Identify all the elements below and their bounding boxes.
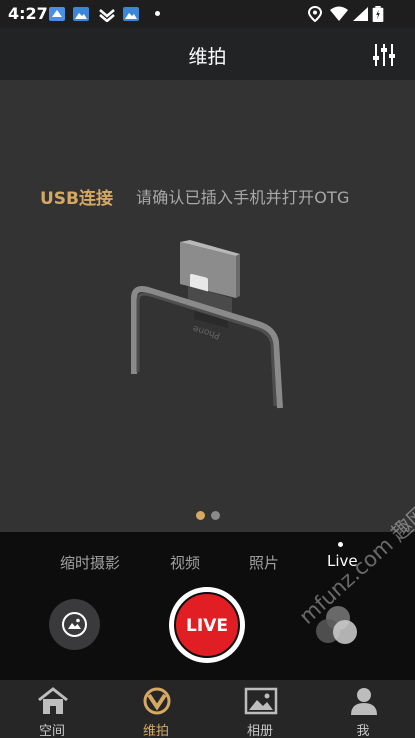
gallery-button[interactable] (49, 599, 100, 650)
live-shutter-button[interactable]: LIVE (169, 587, 245, 663)
tab-label: 维拍 (142, 724, 169, 738)
camera-preview: USB连接 请确认已插入手机并打开OTG Phone (0, 80, 415, 532)
phone-label: Phone (191, 323, 221, 340)
tab-label: 我 (356, 724, 370, 738)
page-title: 维拍 (188, 46, 227, 68)
page-dot (210, 511, 220, 520)
profile-icon (351, 688, 377, 715)
tab-label: 相册 (246, 724, 273, 738)
mode-video[interactable]: 视频 (170, 552, 200, 573)
otg-hint-text: 请确认已插入手机并打开OTG (136, 188, 350, 207)
page-indicator (0, 505, 415, 524)
usb-connection-label: USB连接 (40, 189, 114, 209)
mode-photo[interactable]: 照片 (249, 552, 279, 573)
photo-app-icon (123, 7, 139, 21)
live-label: LIVE (186, 616, 228, 636)
app-header: 维拍 (0, 28, 415, 80)
battery-icon (372, 6, 384, 22)
bottom-tab-bar: 空间 维拍 相册 我 (0, 680, 415, 738)
tab-label: 空间 (38, 724, 65, 738)
album-icon (244, 687, 278, 715)
mode-timelapse[interactable]: 缩时摄影 (60, 552, 120, 573)
tab-space[interactable]: 空间 (0, 680, 104, 738)
status-time: 4:27 (8, 4, 48, 23)
status-bar: 4:27 (0, 0, 415, 28)
location-icon (307, 6, 323, 22)
selected-mode-dot (338, 542, 343, 547)
notification-app-icon (49, 7, 65, 21)
camera-brand-icon (143, 687, 171, 715)
photo-app-icon (73, 7, 89, 21)
signal-icon (353, 7, 368, 21)
more-notifications-dot (155, 11, 160, 16)
live-shutter-core: LIVE (174, 592, 240, 658)
home-icon (38, 687, 68, 714)
image-icon (62, 612, 87, 637)
tab-weipai[interactable]: 维拍 (104, 680, 208, 738)
sliders-icon[interactable] (371, 42, 397, 68)
phone-usb-illustration: Phone (131, 240, 283, 409)
tab-me[interactable]: 我 (311, 680, 415, 738)
tab-album[interactable]: 相册 (208, 680, 312, 738)
page-dot-active (195, 511, 205, 520)
download-icon (99, 9, 115, 22)
wifi-icon (330, 6, 348, 21)
